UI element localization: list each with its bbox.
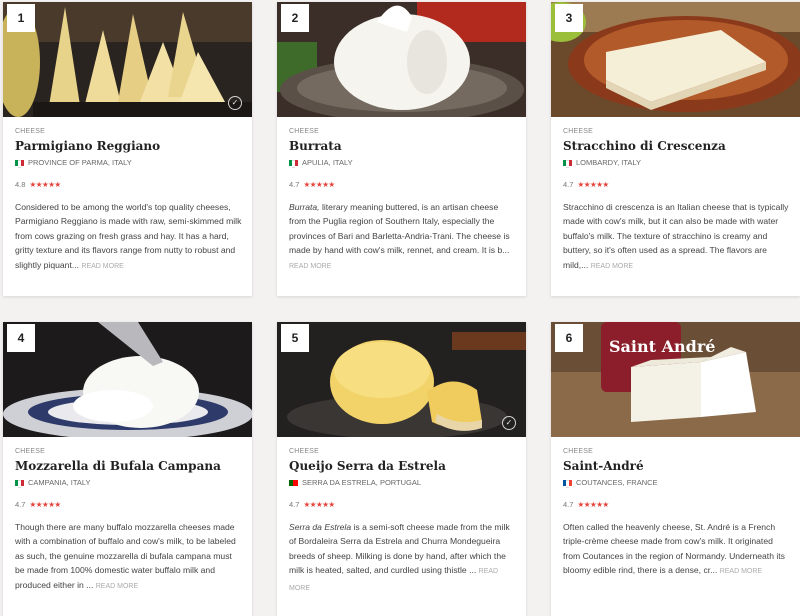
star-rating-icon: ★★★★★ [303,500,336,509]
rank-badge: 3 [555,4,583,32]
category-label[interactable]: CHEESE [563,448,790,455]
read-more-link[interactable]: READ MORE [96,583,138,590]
cheese-image[interactable] [277,322,526,437]
description: Burrata, literary meaning buttered, is a… [289,200,516,274]
rank-badge: 2 [281,4,309,32]
cheese-title[interactable]: Queijo Serra da Estrela [289,459,516,473]
rank-badge: 4 [7,324,35,352]
france-flag-icon [563,479,572,488]
cheese-card[interactable]: Saint André 6 CHEESE Saint-André COUTANC… [551,322,800,616]
star-rating-icon: ★★★★★ [29,500,62,509]
italy-flag-icon [563,159,572,168]
package-label: Saint André [609,337,715,356]
cheese-card[interactable]: 3 CHEESE Stracchino di Crescenza LOMBARD… [551,2,800,296]
portugal-flag-icon [289,479,298,486]
category-label[interactable]: CHEESE [563,128,790,135]
description-text: Stracchino di crescenza is an Italian ch… [563,202,789,270]
origin[interactable]: LOMBARDY, ITALY [563,158,790,168]
cheese-title[interactable]: Mozzarella di Bufala Campana [15,459,242,473]
checkmark-icon[interactable]: ✓ [502,416,516,430]
description: Serra da Estrela is a semi-soft cheese m… [289,520,516,596]
description-text: Though there are many buffalo mozzarella… [15,522,236,590]
italy-flag-icon [15,479,24,488]
italy-flag-icon [15,159,24,168]
rating: 4.7 ★★★★★ [289,500,516,509]
read-more-link[interactable]: READ MORE [720,568,762,575]
cheese-title[interactable]: Parmigiano Reggiano [15,139,242,153]
origin-label: CAMPANIA, ITALY [28,478,91,487]
origin[interactable]: COUTANCES, FRANCE [563,478,790,488]
cheese-image[interactable] [551,2,800,117]
checkmark-icon[interactable]: ✓ [228,96,242,110]
rank-badge: 5 [281,324,309,352]
description-lead: Burrata, [289,202,320,212]
star-rating-icon: ★★★★★ [577,180,610,189]
origin[interactable]: SERRA DA ESTRELA, PORTUGAL [289,478,516,487]
description-text: Considered to be among the world's top q… [15,202,242,270]
description: Often called the heavenly cheese, St. An… [563,520,790,580]
cheese-image[interactable] [3,2,252,117]
italy-flag-icon [289,159,298,168]
cheese-card[interactable]: 2 CHEESE Burrata APULIA, ITALY 4.7 ★★★★★… [277,2,526,296]
cheese-image[interactable] [3,322,252,437]
read-more-link[interactable]: READ MORE [289,263,331,270]
category-label[interactable]: CHEESE [289,448,516,455]
description: Though there are many buffalo mozzarella… [15,520,242,594]
star-rating-icon: ★★★★★ [303,180,336,189]
origin-label: COUTANCES, FRANCE [576,478,658,487]
rating-value: 4.7 [289,180,300,189]
cheese-card[interactable]: 5 ✓ CHEESE Queijo Serra da Estrela SERRA… [277,322,526,616]
cheese-card[interactable]: 4 CHEESE Mozzarella di Bufala Campana CA… [3,322,252,616]
cheese-title[interactable]: Saint-André [563,459,790,473]
star-rating-icon: ★★★★★ [29,180,62,189]
star-rating-icon: ★★★★★ [577,500,610,509]
cheese-title[interactable]: Stracchino di Crescenza [563,139,790,153]
description: Considered to be among the world's top q… [15,200,242,274]
rating-value: 4.7 [15,500,26,509]
rating: 4.8 ★★★★★ [15,180,242,189]
rating-value: 4.7 [563,180,574,189]
rank-badge: 6 [555,324,583,352]
rating-value: 4.7 [289,500,300,509]
origin-label: LOMBARDY, ITALY [576,158,642,167]
description-lead: Serra da Estrela [289,522,352,532]
cheese-title[interactable]: Burrata [289,139,516,153]
rating-value: 4.7 [563,500,574,509]
cheese-card[interactable]: 1 ✓ CHEESE Parmigiano Reggiano PROVINCE … [3,2,252,296]
origin-label: SERRA DA ESTRELA, PORTUGAL [302,478,422,487]
read-more-link[interactable]: READ MORE [81,263,123,270]
description-text: literary meaning buttered, is an artisan… [289,202,510,256]
rating-value: 4.8 [15,180,26,189]
rating: 4.7 ★★★★★ [289,180,516,189]
cheese-image[interactable] [277,2,526,117]
origin[interactable]: APULIA, ITALY [289,158,516,168]
rating: 4.7 ★★★★★ [563,500,790,509]
rank-badge: 1 [7,4,35,32]
category-label[interactable]: CHEESE [15,128,242,135]
rating: 4.7 ★★★★★ [15,500,242,509]
origin-label: APULIA, ITALY [302,158,353,167]
origin[interactable]: PROVINCE OF PARMA, ITALY [15,158,242,168]
description: Stracchino di crescenza is an Italian ch… [563,200,790,274]
origin-label: PROVINCE OF PARMA, ITALY [28,158,132,167]
cheese-image[interactable]: Saint André [551,322,800,437]
read-more-link[interactable]: READ MORE [591,263,633,270]
rating: 4.7 ★★★★★ [563,180,790,189]
category-label[interactable]: CHEESE [289,128,516,135]
category-label[interactable]: CHEESE [15,448,242,455]
origin[interactable]: CAMPANIA, ITALY [15,478,242,488]
